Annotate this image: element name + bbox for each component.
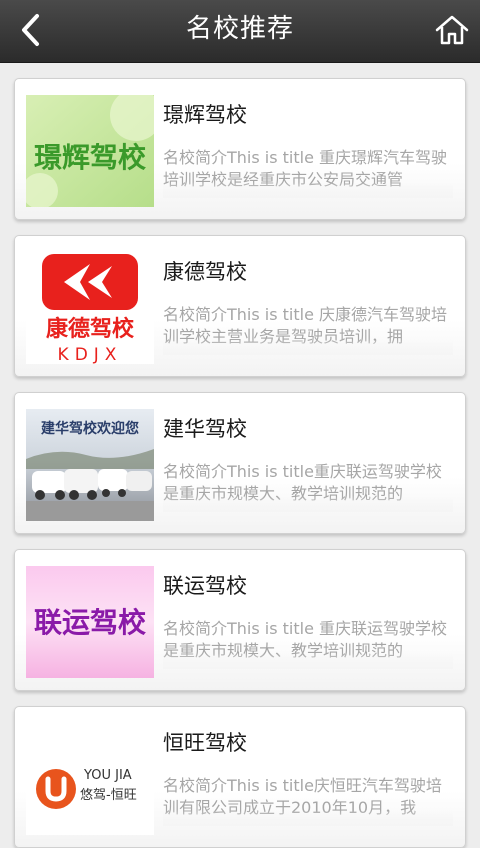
text-fade	[163, 182, 453, 198]
school-logo: 璟辉驾校	[26, 95, 154, 207]
svg-text:康德驾校: 康德驾校	[46, 316, 135, 342]
school-name: 康德驾校	[163, 260, 247, 284]
svg-text:KDJX: KDJX	[58, 345, 123, 364]
svg-text:YOU JIA: YOU JIA	[83, 768, 132, 783]
home-button[interactable]	[434, 12, 470, 48]
school-logo: 康德驾校 KDJX	[26, 252, 154, 364]
school-card[interactable]: 联运驾校 联运驾校 名校简介This is title 重庆联运驾驶学校是重庆市…	[14, 549, 466, 691]
school-card[interactable]: 康德驾校 KDJX 康德驾校 名校简介This is title 庆康德汽车驾驶…	[14, 235, 466, 377]
page-title: 名校推荐	[185, 14, 294, 44]
text-fade	[163, 810, 453, 826]
school-logo: 建华驾校欢迎您	[26, 409, 154, 521]
school-name: 璟辉驾校	[163, 103, 247, 127]
school-card[interactable]: 璟辉驾校 璟辉驾校 名校简介This is title 重庆璟辉汽车驾驶培训学校…	[14, 78, 466, 220]
svg-text:联运驾校: 联运驾校	[34, 606, 147, 639]
svg-text:悠驾-恒旺: 悠驾-恒旺	[80, 788, 137, 803]
home-icon	[435, 15, 469, 45]
school-logo: 联运驾校	[26, 566, 154, 678]
school-card[interactable]: YOU JIA 悠驾-恒旺 恒旺驾校 名校简介This is title庆恒旺汽…	[14, 706, 466, 848]
svg-text:璟辉驾校: 璟辉驾校	[34, 141, 147, 174]
school-name: 恒旺驾校	[163, 731, 247, 755]
text-fade	[163, 653, 453, 669]
text-fade	[163, 339, 453, 355]
school-name: 联运驾校	[163, 574, 247, 598]
school-name: 建华驾校	[163, 417, 247, 441]
text-fade	[163, 496, 453, 512]
school-logo: YOU JIA 悠驾-恒旺	[26, 723, 154, 835]
svg-text:建华驾校欢迎您: 建华驾校欢迎您	[41, 420, 139, 437]
top-bar: 名校推荐	[0, 0, 480, 63]
school-card[interactable]: 建华驾校欢迎您 建华驾校 名校简介This is title重庆联运驾驶学校是重…	[14, 392, 466, 534]
